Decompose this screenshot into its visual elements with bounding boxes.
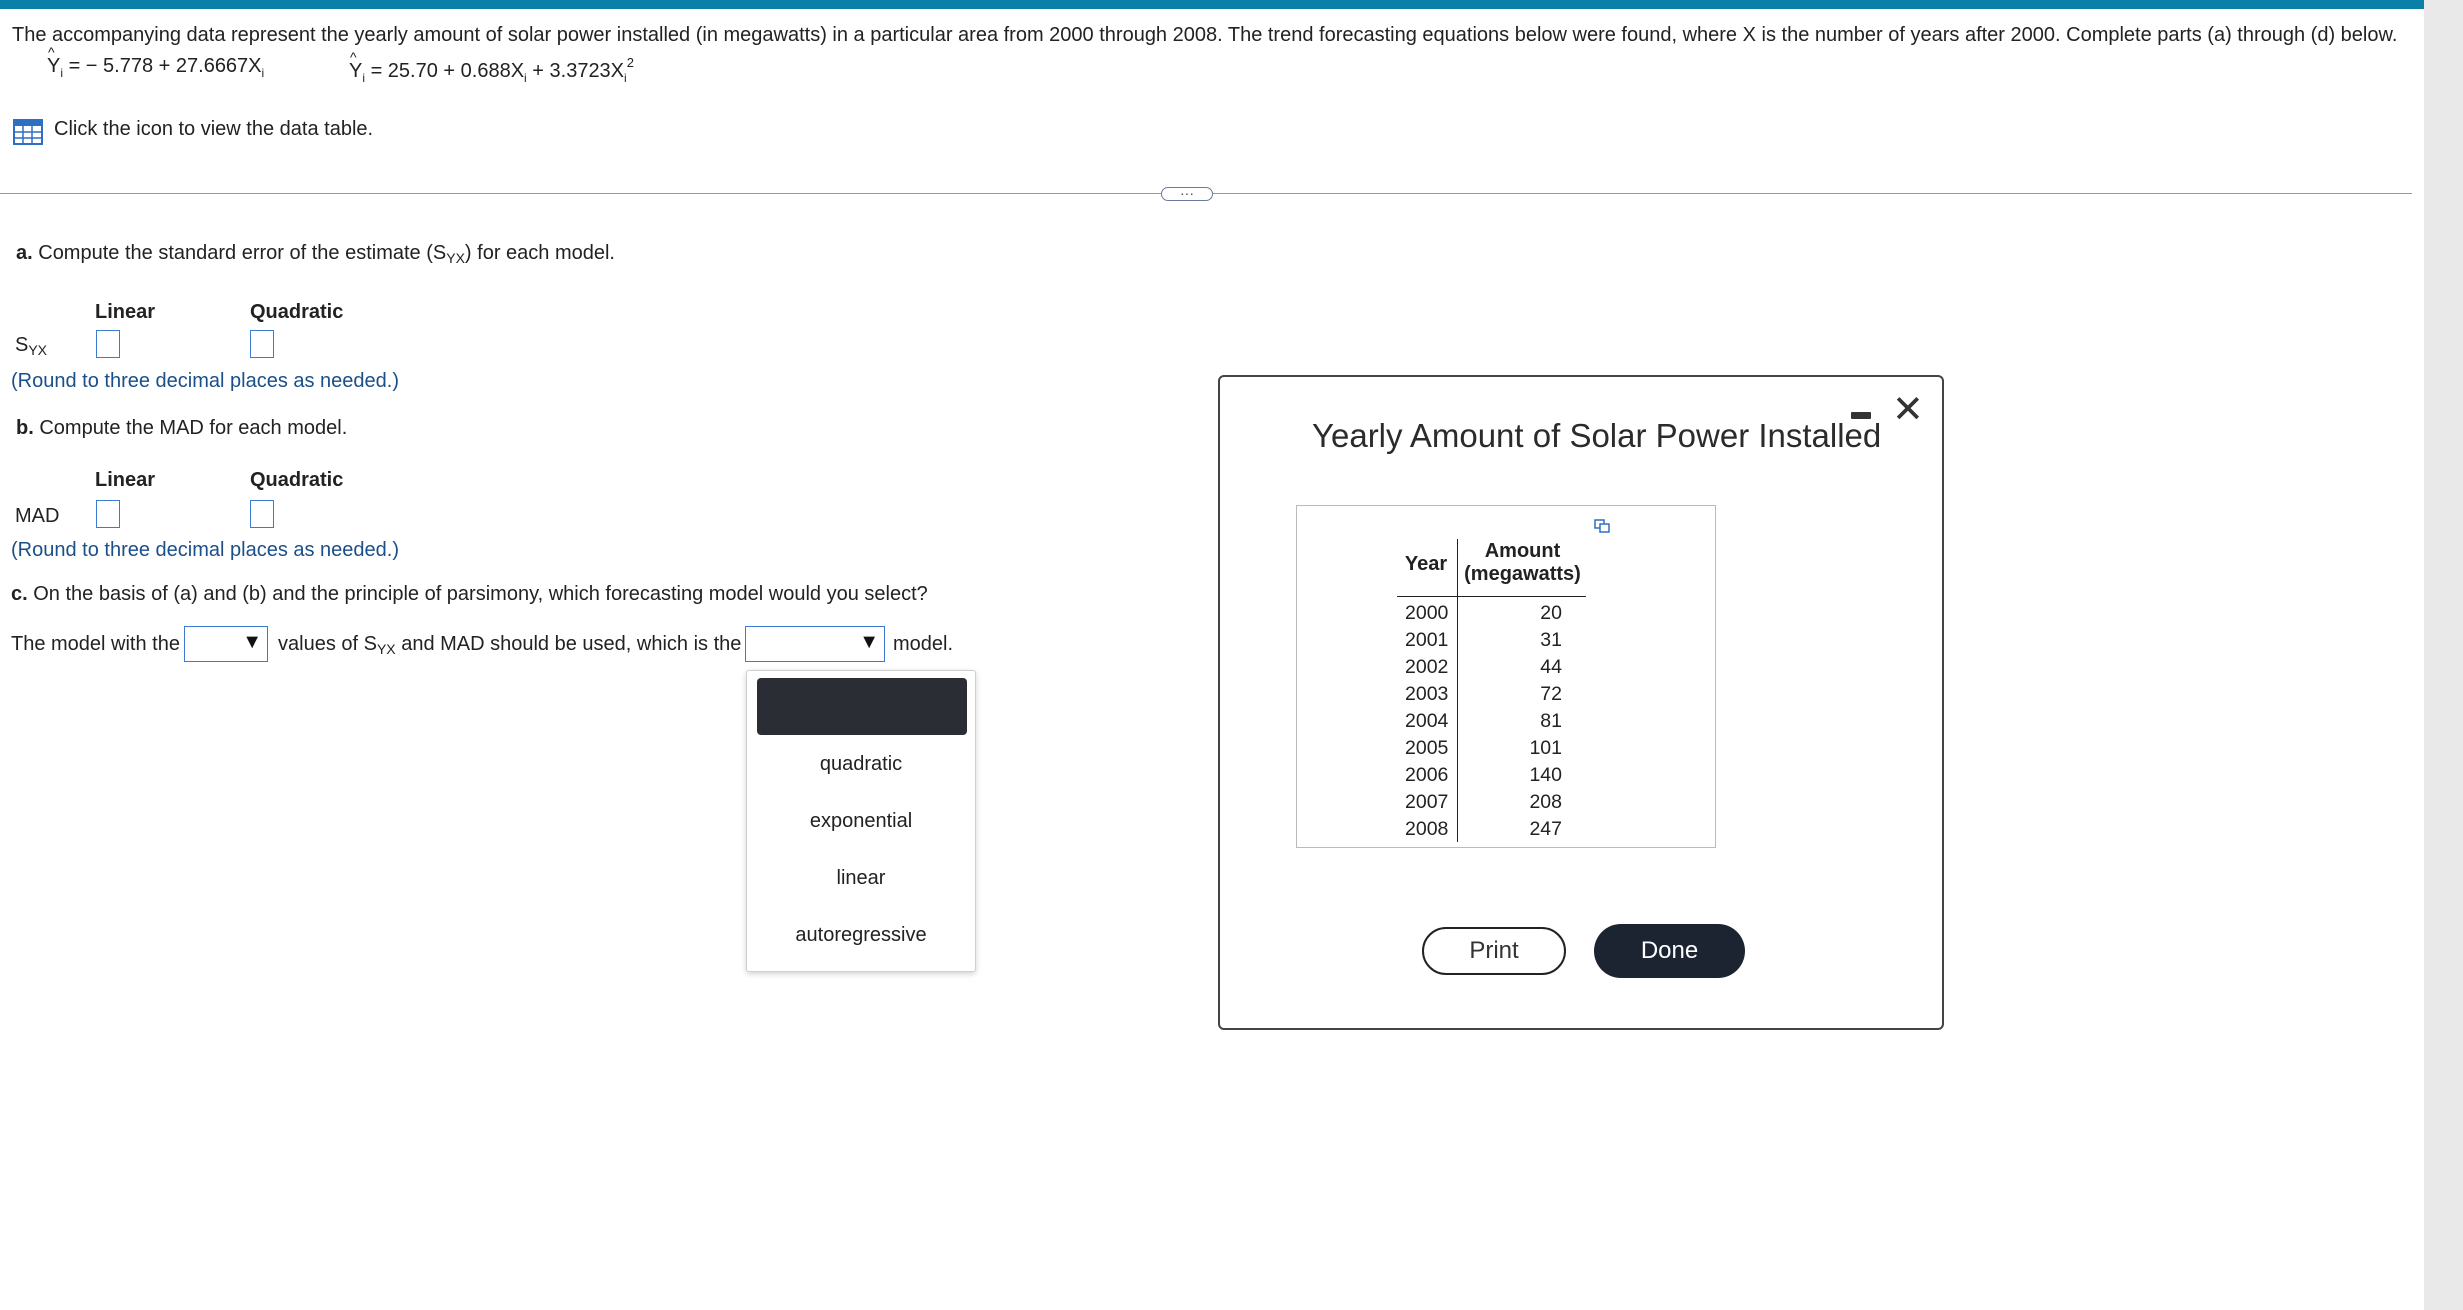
syx-linear-input[interactable] [96,330,120,358]
table-row: 2001 31 [1397,627,1586,654]
top-accent-bar [0,0,2424,9]
dropdown-blank-option[interactable] [757,678,967,735]
part-a-prompt: a. Compute the standard error of the est… [16,242,615,266]
syx-quadratic-input[interactable] [250,330,274,358]
amount-cell: 72 [1540,683,1562,705]
year-cell: 2008 [1405,818,1449,840]
solar-data-table: Year Amount (megawatts) 2000 20 2001 31 2002… [1296,505,1716,848]
table-row: 2007 208 [1397,789,1586,816]
syx-row-label: SYX [15,334,48,358]
table-row: 2006 140 [1397,762,1586,789]
year-cell: 2004 [1405,710,1449,732]
part-c-sentence-middle: values of SYX and MAD should be used, wh… [278,633,742,657]
part-c-sentence-end: model. [893,633,954,655]
part-b-prompt: b. Compute the MAD for each model. [16,417,348,439]
copy-icon[interactable] [1594,519,1610,533]
part-a-quadratic-header: Quadratic [250,301,344,323]
dropdown-arrow-icon: ▼ [859,631,879,653]
table-row: 2008 247 [1397,816,1586,843]
amount-cell: 208 [1529,791,1562,813]
dropdown-option-linear[interactable]: linear [747,867,975,890]
close-icon[interactable]: ✕ [1892,391,1924,429]
amount-cell: 101 [1529,737,1562,759]
column-header-year: Year [1404,553,1448,575]
year-cell: 2006 [1405,764,1449,786]
year-cell: 2005 [1405,737,1449,759]
dropdown-option-exponential[interactable]: exponential [747,810,975,833]
table-body: 2000 20 2001 31 2002 44 2003 72 2004 81 2005 101 200… [1397,600,1586,843]
part-c-prompt: c. On the basis of (a) and (b) and the p… [11,583,928,605]
linear-trend-equation: Yi = − 5.778 + 27.6667Xi [47,44,264,80]
table-row: 2004 81 [1397,708,1586,735]
amount-cell: 20 [1540,602,1562,624]
column-header-amount: Amount (megawatts) [1464,540,1581,585]
modal-title: Yearly Amount of Solar Power Installed [1312,417,1882,454]
dropdown-option-quadratic[interactable]: quadratic [747,753,975,776]
year-cell: 2002 [1405,656,1449,678]
vertical-scrollbar[interactable] [2424,0,2463,1310]
model-type-dropdown-menu: quadratic exponential linear autoregress… [746,670,976,972]
year-cell: 2001 [1405,629,1449,651]
amount-cell: 31 [1540,629,1562,651]
table-row: 2005 101 [1397,735,1586,762]
mad-row-label: MAD [15,505,60,527]
part-b-linear-header: Linear [95,469,156,491]
quadratic-trend-equation: Yi = 25.70 + 0.688Xi + 3.3723Xi2 [349,49,634,85]
data-table-icon[interactable] [13,119,43,145]
part-b-quadratic-header: Quadratic [250,469,344,491]
header-underline [1397,596,1586,597]
part-a-rounding-hint: (Round to three decimal places as needed… [11,370,400,392]
amount-cell: 44 [1540,656,1562,678]
expand-ellipsis-button[interactable]: ··· [1161,186,1213,201]
print-button[interactable]: Print [1422,927,1566,975]
data-table-link-text[interactable]: Click the icon to view the data table. [54,118,373,141]
part-a-linear-header: Linear [95,301,156,323]
part-b-rounding-hint: (Round to three decimal places as needed… [11,539,400,561]
amount-cell: 247 [1529,818,1562,840]
done-button[interactable]: Done [1594,924,1745,978]
mad-quadratic-input[interactable] [250,500,274,528]
minimize-icon[interactable] [1851,412,1871,419]
amount-cell: 140 [1529,764,1562,786]
year-cell: 2000 [1405,602,1449,624]
problem-intro-text: The accompanying data represent the year… [12,24,2398,46]
table-row: 2002 44 [1397,654,1586,681]
part-c-sentence-start: The model with the [11,633,180,655]
dropdown-arrow-icon: ▼ [242,631,262,653]
mad-linear-input[interactable] [96,500,120,528]
table-row: 2000 20 [1397,600,1586,627]
table-row: 2003 72 [1397,681,1586,708]
model-type-dropdown[interactable]: ▼ [745,626,885,662]
smaller-larger-dropdown[interactable]: ▼ [184,626,268,662]
year-cell: 2007 [1405,791,1449,813]
amount-cell: 81 [1540,710,1562,732]
year-cell: 2003 [1405,683,1449,705]
dropdown-option-autoregressive[interactable]: autoregressive [747,924,975,947]
data-table-modal: Yearly Amount of Solar Power Installed ✕… [1218,375,1944,1030]
